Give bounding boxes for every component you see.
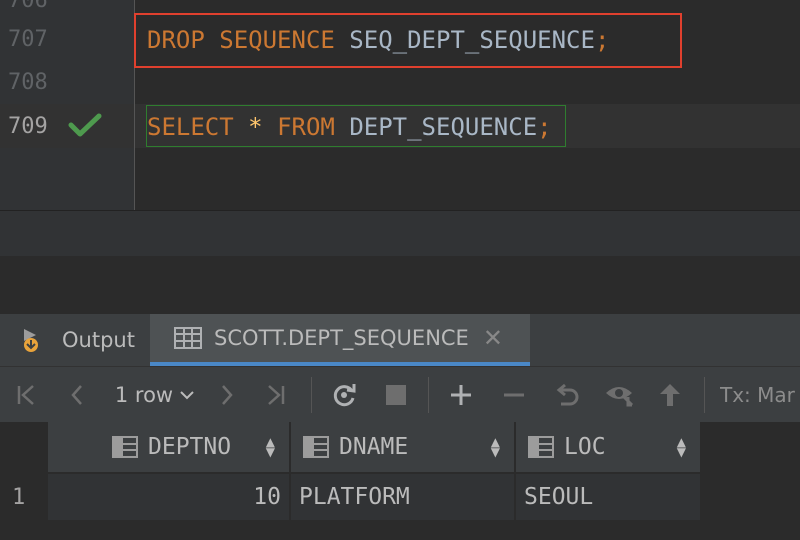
table-icon xyxy=(174,327,202,349)
column-icon xyxy=(112,436,138,458)
delete-row-icon[interactable] xyxy=(498,367,530,423)
toolbar-separator xyxy=(704,377,705,413)
results-tab-bar: Output SCOTT.DEPT_SEQUENCE ✕ xyxy=(0,314,800,366)
line-number: 708 xyxy=(8,70,48,95)
transaction-mode-selector[interactable]: Tx: Mar xyxy=(720,367,800,423)
column-label: LOC xyxy=(564,434,606,460)
revert-icon[interactable] xyxy=(550,367,584,423)
toolbar-separator xyxy=(428,377,429,413)
tx-label: Tx: Mar xyxy=(720,383,795,407)
chevron-down-icon xyxy=(180,391,194,400)
toolbar-separator xyxy=(311,377,312,413)
tab-result-table[interactable]: SCOTT.DEPT_SEQUENCE ✕ xyxy=(150,314,530,366)
column-icon xyxy=(303,436,329,458)
submit-icon[interactable] xyxy=(654,367,686,423)
success-check-icon xyxy=(68,113,102,137)
panel-divider xyxy=(0,256,800,314)
sql-editor[interactable]: 706 707 708 709 DROP SEQUENCE SEQ_DEPT_S… xyxy=(0,0,800,210)
line-number: 707 xyxy=(8,27,48,52)
output-icon xyxy=(18,325,50,355)
sort-icon[interactable]: ▲ ▼ xyxy=(266,436,275,458)
first-page-icon[interactable] xyxy=(10,367,42,423)
column-header-dname[interactable]: DNAME ▲ ▼ xyxy=(291,422,515,472)
editor-scroll-area xyxy=(0,210,800,257)
add-row-icon[interactable] xyxy=(444,367,478,423)
column-label: DEPTNO xyxy=(148,434,232,460)
stop-icon[interactable] xyxy=(380,367,412,423)
line-number: 706 xyxy=(8,0,48,13)
cell-deptno[interactable]: 10 xyxy=(48,474,290,520)
rows-label: 1 row xyxy=(114,383,174,407)
refresh-icon[interactable] xyxy=(326,367,362,423)
prev-page-icon[interactable] xyxy=(62,367,92,423)
next-page-icon[interactable] xyxy=(212,367,242,423)
result-grid: DEPTNO ▲ ▼ DNAME ▲ ▼ LOC ▲ ▼ 1 10 PLATFORM … xyxy=(0,422,800,540)
line-number-current: 709 xyxy=(8,114,48,139)
highlight-box xyxy=(134,13,682,68)
tab-output[interactable]: Output xyxy=(18,314,135,366)
tab-label: Output xyxy=(62,328,135,352)
rows-selector[interactable]: 1 row xyxy=(110,367,200,423)
column-label: DNAME xyxy=(339,434,409,460)
cell-loc[interactable]: SEOUL xyxy=(516,474,701,520)
sort-icon[interactable]: ▲ ▼ xyxy=(677,436,686,458)
last-page-icon[interactable] xyxy=(260,367,292,423)
sort-icon[interactable]: ▲ ▼ xyxy=(491,436,500,458)
close-tab-icon[interactable]: ✕ xyxy=(483,324,503,352)
row-number[interactable]: 1 xyxy=(0,474,48,520)
tab-label: SCOTT.DEPT_SEQUENCE xyxy=(214,326,469,350)
column-header-loc[interactable]: LOC ▲ ▼ xyxy=(516,422,701,472)
column-icon xyxy=(528,436,554,458)
cell-dname[interactable]: PLATFORM xyxy=(291,474,515,520)
view-icon[interactable] xyxy=(602,367,638,423)
statement-box xyxy=(146,105,566,147)
column-header-deptno[interactable]: DEPTNO ▲ ▼ xyxy=(48,422,290,472)
results-toolbar: 1 row Tx: Mar xyxy=(0,366,800,423)
